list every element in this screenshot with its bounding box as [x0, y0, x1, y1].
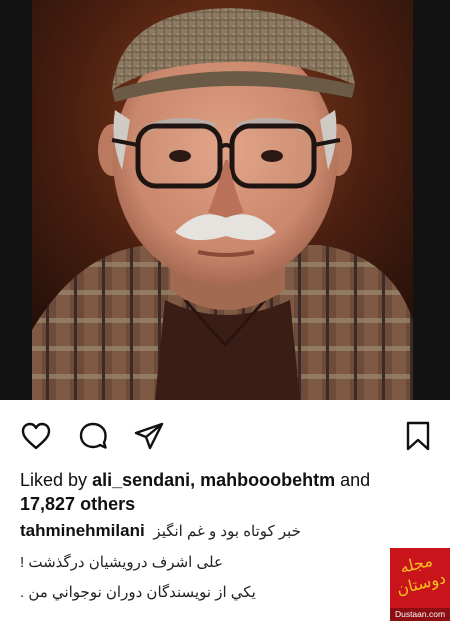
- likes-conjunction: and: [340, 470, 371, 490]
- liker-username[interactable]: ali_sendani,: [92, 470, 195, 490]
- likes-summary: Liked by ali_sendani, mahbooobehtm and 1…: [20, 468, 440, 516]
- likes-others[interactable]: others: [80, 494, 135, 514]
- comment-bubble-icon[interactable]: [77, 420, 109, 452]
- paper-plane-icon[interactable]: [133, 420, 165, 452]
- photo-frame-right: [413, 0, 450, 400]
- bookmark-icon[interactable]: [402, 420, 434, 452]
- caption-text-line2: علی اشرف درویشیان درگذشت !: [20, 554, 223, 571]
- post-action-bar: [0, 412, 450, 460]
- caption-line: يکي از نويسندگان دوران نوجواني من .: [20, 582, 440, 604]
- watermark-url: Dustaan.com: [390, 608, 450, 621]
- caption-line: علی اشرف درویشیان درگذشت !: [20, 552, 440, 574]
- caption-username[interactable]: tahminehmilani: [20, 521, 145, 540]
- caption-text-line1: خبر کوتاه بود و غم انگیز: [153, 523, 301, 540]
- site-watermark: مجله دوستان Dustaan.com: [390, 548, 450, 621]
- photo-frame-left: [0, 0, 32, 400]
- liker-username[interactable]: mahbooobehtm: [200, 470, 335, 490]
- caption: tahminehmilani خبر کوتاه بود و غم انگیز: [20, 520, 440, 542]
- portrait-illustration: [32, 0, 413, 400]
- likes-prefix: Liked by: [20, 470, 88, 490]
- heart-icon[interactable]: [20, 420, 52, 452]
- likes-count[interactable]: 17,827: [20, 494, 75, 514]
- watermark-logo: مجله دوستان: [394, 550, 448, 599]
- post-photo[interactable]: [0, 0, 450, 400]
- caption-text-line3: يکي از نويسندگان دوران نوجواني من .: [20, 584, 256, 601]
